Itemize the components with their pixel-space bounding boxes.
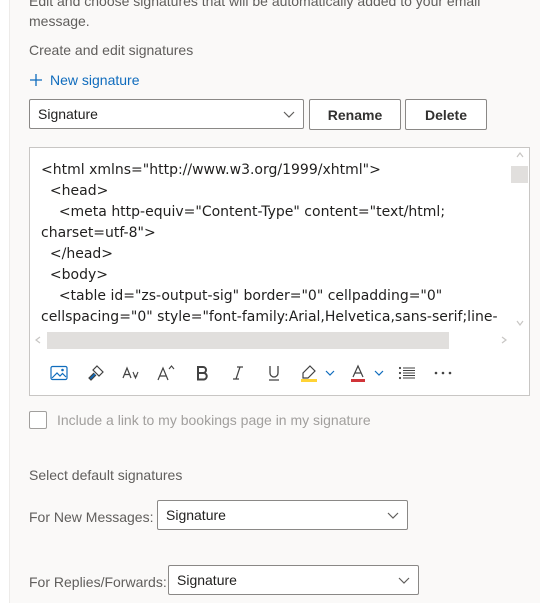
signature-code-text[interactable]: <html xmlns="http://www.w3.org/1999/xhtm…	[41, 160, 511, 328]
new-messages-select-value: Signature	[166, 507, 226, 523]
new-messages-label: For New Messages:	[29, 509, 154, 525]
format-painter-button[interactable]	[85, 362, 107, 384]
format-painter-icon	[88, 365, 104, 381]
scroll-right-arrow-icon[interactable]	[501, 336, 507, 344]
font-icon	[122, 366, 139, 380]
scroll-down-arrow-icon[interactable]	[516, 320, 524, 326]
highlight-button[interactable]	[298, 362, 320, 384]
bold-icon	[197, 366, 208, 381]
font-color-icon	[351, 364, 365, 382]
font-button[interactable]	[120, 362, 142, 384]
bookings-link-checkbox[interactable]	[29, 411, 47, 429]
delete-button[interactable]: Delete	[405, 99, 487, 130]
default-signatures-title: Select default signatures	[29, 467, 183, 483]
plus-icon	[30, 74, 42, 86]
rename-button[interactable]: Rename	[309, 99, 401, 130]
vertical-scrollbar-thumb[interactable]	[511, 166, 528, 183]
signature-select[interactable]: Signature	[29, 99, 304, 129]
scroll-left-arrow-icon[interactable]	[35, 336, 41, 344]
font-size-icon	[157, 365, 175, 381]
signature-settings-page: Edit and choose signatures that will be …	[0, 0, 540, 603]
highlight-icon	[301, 365, 317, 382]
chevron-down-icon	[387, 512, 399, 519]
signature-select-value: Signature	[38, 106, 98, 122]
chevron-down-icon	[283, 111, 295, 118]
bookings-link-label: Include a link to my bookings page in my…	[57, 412, 371, 428]
replies-forwards-label: For Replies/Forwards:	[29, 574, 167, 590]
bookings-link-option[interactable]: Include a link to my bookings page in my…	[29, 410, 371, 430]
more-options-button[interactable]	[432, 362, 454, 384]
italic-button[interactable]	[227, 362, 249, 384]
chevron-down-icon	[374, 370, 384, 376]
signature-editor[interactable]: <html xmlns="http://www.w3.org/1999/xhtm…	[29, 147, 530, 396]
font-color-button[interactable]	[347, 362, 369, 384]
intro-text: Edit and choose signatures that will be …	[29, 0, 481, 29]
formatting-toolbar	[30, 354, 529, 390]
italic-icon	[233, 366, 243, 380]
underline-icon	[269, 366, 279, 381]
create-signatures-title: Create and edit signatures	[29, 42, 194, 58]
replies-forwards-select-value: Signature	[177, 572, 237, 588]
bullets-button[interactable]	[396, 362, 418, 384]
underline-button[interactable]	[263, 362, 285, 384]
font-size-button[interactable]	[155, 362, 177, 384]
insert-picture-icon	[50, 365, 68, 381]
insert-picture-button[interactable]	[48, 362, 70, 384]
more-options-icon	[434, 371, 452, 375]
replies-forwards-select[interactable]: Signature	[168, 565, 419, 595]
scroll-up-arrow-icon[interactable]	[516, 152, 524, 158]
left-divider	[0, 0, 10, 603]
horizontal-scrollbar-thumb[interactable]	[47, 332, 449, 349]
chevron-down-icon	[398, 577, 410, 584]
bold-button[interactable]	[191, 362, 213, 384]
new-signature-button[interactable]: New signature	[29, 70, 140, 90]
new-signature-label: New signature	[50, 72, 140, 88]
font-color-dropdown-button[interactable]	[372, 362, 386, 384]
chevron-down-icon	[325, 370, 335, 376]
bullets-icon	[398, 366, 415, 380]
highlight-dropdown-button[interactable]	[323, 362, 337, 384]
new-messages-select[interactable]: Signature	[157, 500, 408, 530]
